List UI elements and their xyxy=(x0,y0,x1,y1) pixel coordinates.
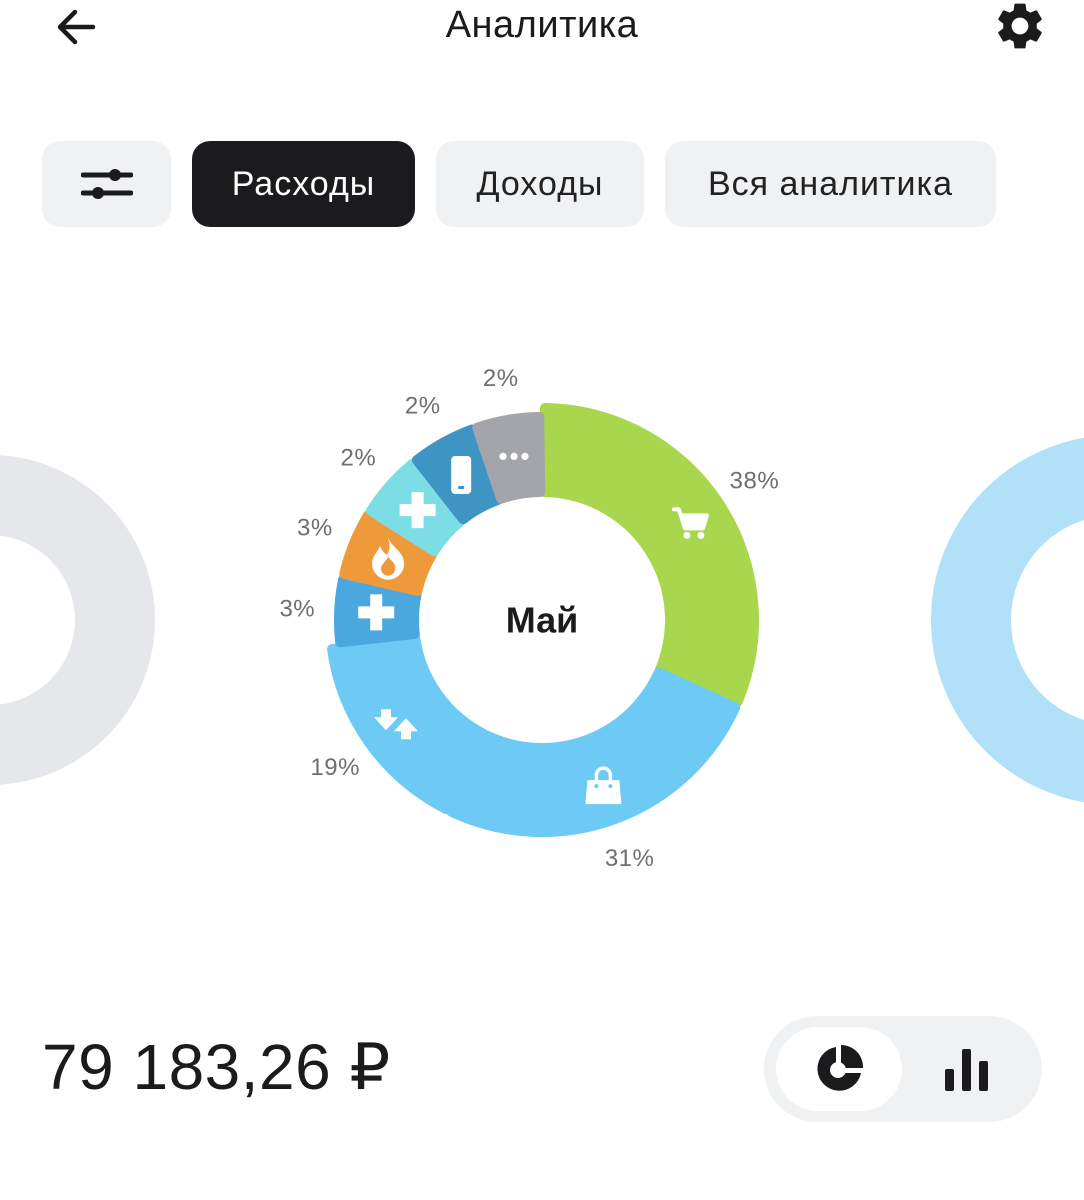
donut-segment[interactable] xyxy=(446,667,741,837)
gear-icon xyxy=(998,3,1042,49)
segment-percent-label: 19% xyxy=(310,754,360,781)
settings-button[interactable] xyxy=(988,0,1052,52)
prev-month-donut[interactable] xyxy=(0,455,155,785)
chart-center-month: Май xyxy=(506,600,579,641)
filter-tabs: Расходы Доходы Вся аналитика xyxy=(0,141,1084,227)
top-bar: Аналитика xyxy=(0,0,1084,60)
total-amount: 79 183,26 ₽ xyxy=(42,1031,391,1103)
segment-percent-label: 3% xyxy=(297,515,333,542)
bar-view-button[interactable] xyxy=(904,1027,1030,1111)
page-title: Аналитика xyxy=(445,4,639,46)
expenses-donut-chart: 38% 31% 19% 3% 3% 2% 2% 2% Май xyxy=(0,365,1084,872)
segment-percent-label: 3% xyxy=(279,595,315,622)
sliders-icon xyxy=(80,169,133,199)
donut-segment[interactable] xyxy=(538,403,759,707)
chart-view-toggle xyxy=(764,1016,1042,1122)
pie-chart-icon xyxy=(817,1045,864,1091)
segment-percent-label: 2% xyxy=(483,365,519,392)
donut-segment[interactable] xyxy=(327,632,490,814)
bar-chart-icon xyxy=(945,1049,988,1091)
next-month-donut[interactable] xyxy=(931,437,1084,803)
tab-all-analytics[interactable]: Вся аналитика xyxy=(665,141,996,227)
segment-percent-label: 2% xyxy=(341,444,377,471)
segment-percent-label: 38% xyxy=(730,467,780,494)
segment-percent-label: 31% xyxy=(605,845,655,872)
pie-view-button[interactable] xyxy=(776,1027,902,1111)
tab-income[interactable]: Доходы xyxy=(436,141,644,227)
tab-expenses[interactable]: Расходы xyxy=(192,141,415,227)
filter-settings-button[interactable] xyxy=(42,141,171,227)
mobile-phone-icon xyxy=(451,456,472,494)
segment-percent-label: 2% xyxy=(405,393,441,420)
more-dots-icon xyxy=(499,452,529,460)
